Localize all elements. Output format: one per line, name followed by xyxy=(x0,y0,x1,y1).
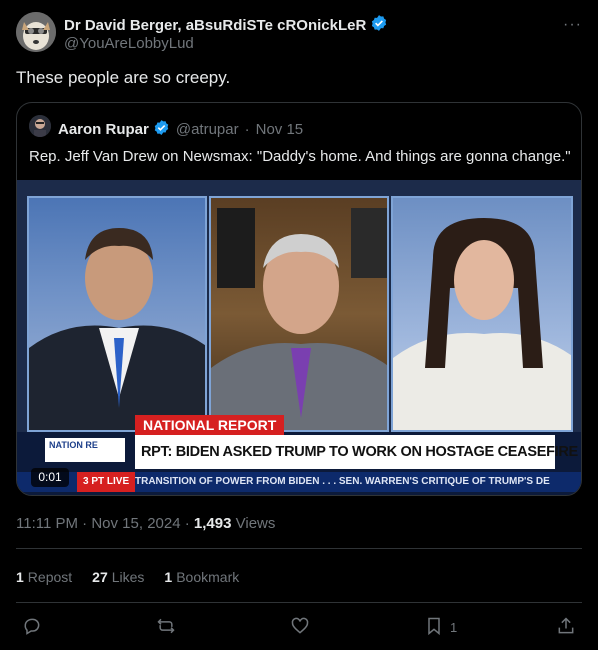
national-report-bug: NATIONAL REPORT xyxy=(135,415,285,435)
news-ticker: 3 PT LIVE TRANSITION OF POWER FROM BIDEN… xyxy=(17,472,581,492)
author-handle[interactable]: @YouAreLobbyLud xyxy=(64,35,194,52)
reposts-count: 1 xyxy=(16,569,24,585)
tweet-date[interactable]: Nov 15, 2024 xyxy=(91,515,180,532)
quoted-tweet[interactable]: Aaron Rupar @atrupar · Nov 15 Rep. Jeff … xyxy=(16,102,582,496)
bookmarks-label: Bookmark xyxy=(176,569,240,585)
reposts-stat[interactable]: 1 Repost xyxy=(16,569,72,585)
tweet-time[interactable]: 11:11 PM xyxy=(16,515,78,532)
heart-icon xyxy=(290,616,310,639)
verified-badge-icon xyxy=(153,119,170,140)
video-headline: RPT: BIDEN ASKED TRUMP TO WORK ON HOSTAG… xyxy=(135,435,581,469)
share-icon xyxy=(556,616,576,639)
live-label: 3 PT LIVE xyxy=(77,472,136,492)
quoted-text: Rep. Jeff Van Drew on Newsmax: "Daddy's … xyxy=(29,148,571,165)
likes-label: Likes xyxy=(111,569,145,585)
reply-icon xyxy=(22,616,42,639)
author-avatar[interactable] xyxy=(16,12,56,52)
bookmark-button[interactable]: 1 xyxy=(424,615,457,639)
ticker-text: TRANSITION OF POWER FROM BIDEN . . . SEN… xyxy=(135,476,550,487)
divider-bottom xyxy=(16,602,582,603)
repost-icon xyxy=(156,616,176,639)
reply-button[interactable] xyxy=(22,615,42,639)
views-label: Views xyxy=(235,515,276,532)
verified-badge-icon xyxy=(370,14,388,37)
video-panel-left xyxy=(27,196,207,432)
video-timer: 0:01 xyxy=(31,468,69,487)
bookmarks-count: 1 xyxy=(164,569,173,585)
divider-top xyxy=(16,548,582,549)
views-count: 1,493 xyxy=(193,515,232,532)
share-button[interactable] xyxy=(556,615,576,639)
likes-stat[interactable]: 27 Likes xyxy=(92,569,144,585)
quoted-separator: · xyxy=(244,121,250,138)
quoted-date[interactable]: Nov 15 xyxy=(256,121,304,138)
author-display-name[interactable]: Dr David Berger, aBsuRdiSTe cROnickLeR xyxy=(64,17,366,34)
quoted-author-avatar[interactable] xyxy=(29,115,51,137)
bookmark-icon xyxy=(424,616,444,639)
action-bar: 1 xyxy=(16,615,582,639)
author-name-row: Dr David Berger, aBsuRdiSTe cROnickLeR xyxy=(64,14,388,37)
video-panel-center xyxy=(209,196,389,432)
quoted-name-row: Aaron Rupar @atrupar · Nov 15 xyxy=(58,119,303,140)
tweet-text: These people are so creepy. xyxy=(16,68,231,87)
bookmark-count: 1 xyxy=(450,619,458,635)
timestamp-separator: · xyxy=(82,515,88,532)
engagement-stats: 1 Repost 27 Likes 1 Bookmark xyxy=(16,569,239,585)
more-options-button[interactable]: ··· xyxy=(563,16,582,34)
bookmarks-stat[interactable]: 1 Bookmark xyxy=(164,569,239,585)
quoted-handle: @atrupar xyxy=(175,121,239,138)
quoted-display-name[interactable]: Aaron Rupar xyxy=(58,121,149,138)
reposts-label: Repost xyxy=(27,569,73,585)
tweet-header: Dr David Berger, aBsuRdiSTe cROnickLeR @… xyxy=(16,12,582,56)
video-panel-right xyxy=(391,196,573,432)
repost-button[interactable] xyxy=(156,615,176,639)
likes-count: 27 xyxy=(92,569,108,585)
tweet-timestamp: 11:11 PM · Nov 15, 2024 · 1,493 Views xyxy=(16,515,275,532)
video-player[interactable]: NATIONAL REPORT RPT: BIDEN ASKED TRUMP T… xyxy=(17,180,581,495)
network-logo: NATION RE xyxy=(45,438,125,462)
like-button[interactable] xyxy=(290,615,310,639)
timestamp-separator-2: · xyxy=(184,515,190,532)
